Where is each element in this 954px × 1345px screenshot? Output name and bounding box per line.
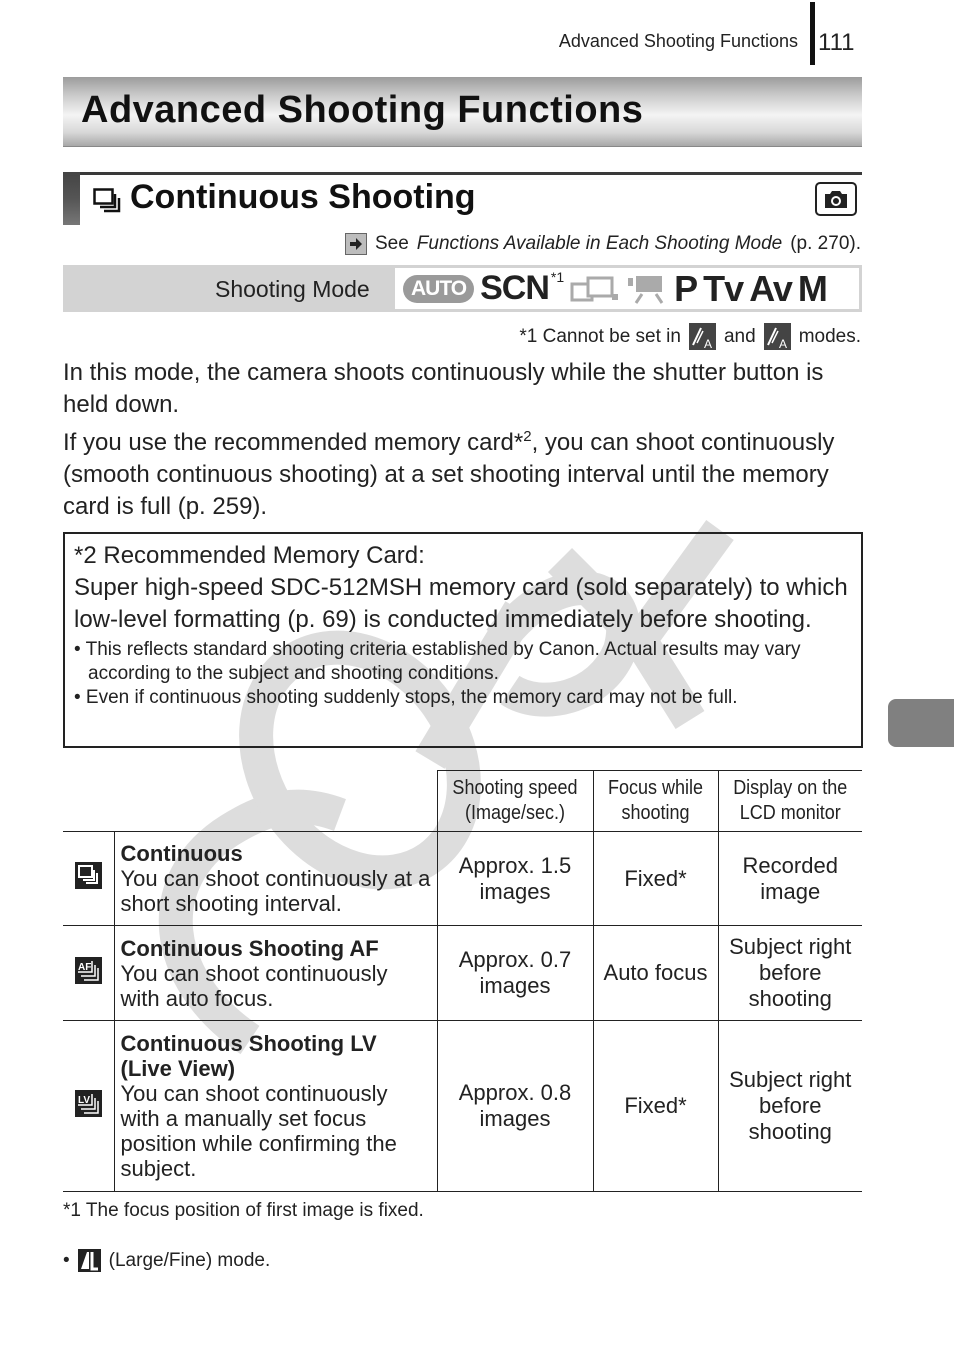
row-description: You can shoot continuously at a short sh… bbox=[120, 866, 431, 916]
continuous-shooting-icon bbox=[93, 188, 121, 213]
header-blank bbox=[81, 770, 419, 832]
shooting-mode-label: Shooting Mode bbox=[215, 276, 370, 302]
row-description: You can shoot continuously with a manual… bbox=[120, 1081, 397, 1181]
continuous-modes-table: Shooting speed (Image/sec.) Focus while … bbox=[63, 770, 862, 1192]
paragraph-2: If you use the recommended memory card*2… bbox=[63, 421, 863, 523]
cell-display: Subject right before shooting bbox=[717, 925, 862, 1021]
see-page: (p. 270). bbox=[790, 233, 861, 254]
large-fine-note: • (Large/Fine) mode. bbox=[63, 1249, 270, 1272]
mode-p: P bbox=[674, 267, 698, 309]
note-bullets: • This reflects standard shooting criter… bbox=[74, 638, 852, 710]
chapter-title-bar: Advanced Shooting Functions bbox=[63, 77, 862, 147]
mode-note-and: and bbox=[723, 325, 756, 347]
table-row: LV Continuous Shooting LV (Live View) Yo… bbox=[63, 1020, 862, 1192]
large-fine-text: (Large/Fine) mode. bbox=[108, 1249, 271, 1271]
note-bullet: • Even if continuous shooting suddenly s… bbox=[74, 687, 738, 708]
continuous-icon bbox=[74, 862, 102, 889]
mode-scn: SCN bbox=[480, 269, 550, 307]
stitch-assist-icon bbox=[570, 276, 619, 301]
cell-focus: Fixed* bbox=[592, 831, 719, 926]
paragraph-1: In this mode, the camera shoots continuo… bbox=[63, 359, 824, 418]
row-title: Continuous bbox=[120, 841, 243, 866]
bullet: • bbox=[63, 1249, 70, 1271]
cell-speed: Approx. 0.7 images bbox=[436, 925, 594, 1021]
camera-icon bbox=[815, 182, 857, 216]
note-bullet: • This reflects standard shooting criter… bbox=[74, 639, 801, 684]
mode-footnote: *1 Cannot be set in A and A modes. bbox=[519, 323, 861, 351]
header-focus: Focus while shooting bbox=[598, 770, 713, 832]
cell-display: Recorded image bbox=[717, 831, 862, 926]
mode-m: M bbox=[797, 267, 828, 309]
color-swap-icon: A bbox=[763, 323, 791, 351]
header-shooting-speed: Shooting speed (Image/sec.) bbox=[444, 770, 586, 832]
section-title: Continuous Shooting bbox=[130, 178, 476, 216]
body-text: In this mode, the camera shoots continuo… bbox=[63, 357, 863, 523]
cell-speed: Approx. 0.8 images bbox=[436, 1020, 594, 1192]
focus-footnote: *1 The focus position of first image is … bbox=[63, 1200, 424, 1221]
row-title: Continuous Shooting AF bbox=[120, 935, 379, 961]
cell-focus: Auto focus bbox=[592, 925, 719, 1021]
table-row: Continuous You can shoot continuously at… bbox=[63, 831, 862, 926]
mode-note-suffix: modes. bbox=[798, 325, 861, 347]
mode-note-prefix: *1 Cannot be set in bbox=[519, 325, 681, 347]
mode-scn-note: *1 bbox=[550, 268, 565, 285]
header-rule bbox=[810, 2, 815, 65]
section-divider bbox=[63, 172, 862, 175]
cell-focus: Fixed* bbox=[592, 1020, 719, 1192]
movie-icon bbox=[628, 275, 664, 304]
cell-display: Subject right before shooting bbox=[717, 1020, 862, 1192]
section-marker bbox=[63, 172, 80, 225]
row-title: Continuous Shooting LV (Live View) bbox=[120, 1031, 377, 1081]
running-header: Advanced Shooting Functions bbox=[558, 31, 798, 51]
table-header-row: Shooting speed (Image/sec.) Focus while … bbox=[63, 770, 862, 832]
cell-speed: Approx. 1.5 images bbox=[436, 831, 594, 926]
chapter-title: Advanced Shooting Functions bbox=[81, 89, 644, 131]
shooting-mode-list: AUTO SCN *1 P Tv Av M bbox=[395, 268, 859, 309]
continuous-af-icon: AF bbox=[74, 956, 102, 984]
row-description: You can shoot continuously with auto foc… bbox=[120, 960, 388, 1011]
mode-av: Av bbox=[749, 267, 793, 309]
mode-tv: Tv bbox=[703, 267, 744, 309]
header-display: Display on the LCD monitor bbox=[724, 770, 855, 832]
svg-text:A: A bbox=[704, 337, 712, 350]
chapter-tab[interactable] bbox=[888, 699, 954, 747]
see-link[interactable]: Functions Available in Each Shooting Mod… bbox=[417, 233, 782, 255]
mode-auto: AUTO bbox=[403, 274, 475, 303]
note-body: Super high-speed SDC-512MSH memory card … bbox=[74, 574, 848, 633]
shooting-mode-bar: Shooting Mode AUTO SCN *1 P Tv Av M bbox=[63, 265, 862, 312]
see-prefix: See bbox=[374, 233, 409, 254]
memory-card-note: *2 Recommended Memory Card: Super high-s… bbox=[63, 532, 863, 748]
table-row: AF Continuous Shooting AF You can shoot … bbox=[63, 925, 862, 1021]
footnote-ref-2: 2 bbox=[523, 428, 532, 445]
continuous-lv-icon: LV bbox=[74, 1089, 102, 1117]
large-fine-icon bbox=[77, 1249, 101, 1272]
see-reference: See Functions Available in Each Shooting… bbox=[344, 233, 861, 255]
paragraph-2-start: If you use the recommended memory card* bbox=[63, 429, 524, 456]
page-number: 111 bbox=[818, 29, 855, 56]
svg-text:A: A bbox=[779, 337, 787, 350]
arrow-right-icon bbox=[344, 233, 367, 255]
note-heading: *2 Recommended Memory Card: bbox=[74, 542, 425, 569]
color-accent-icon: A bbox=[688, 323, 716, 351]
